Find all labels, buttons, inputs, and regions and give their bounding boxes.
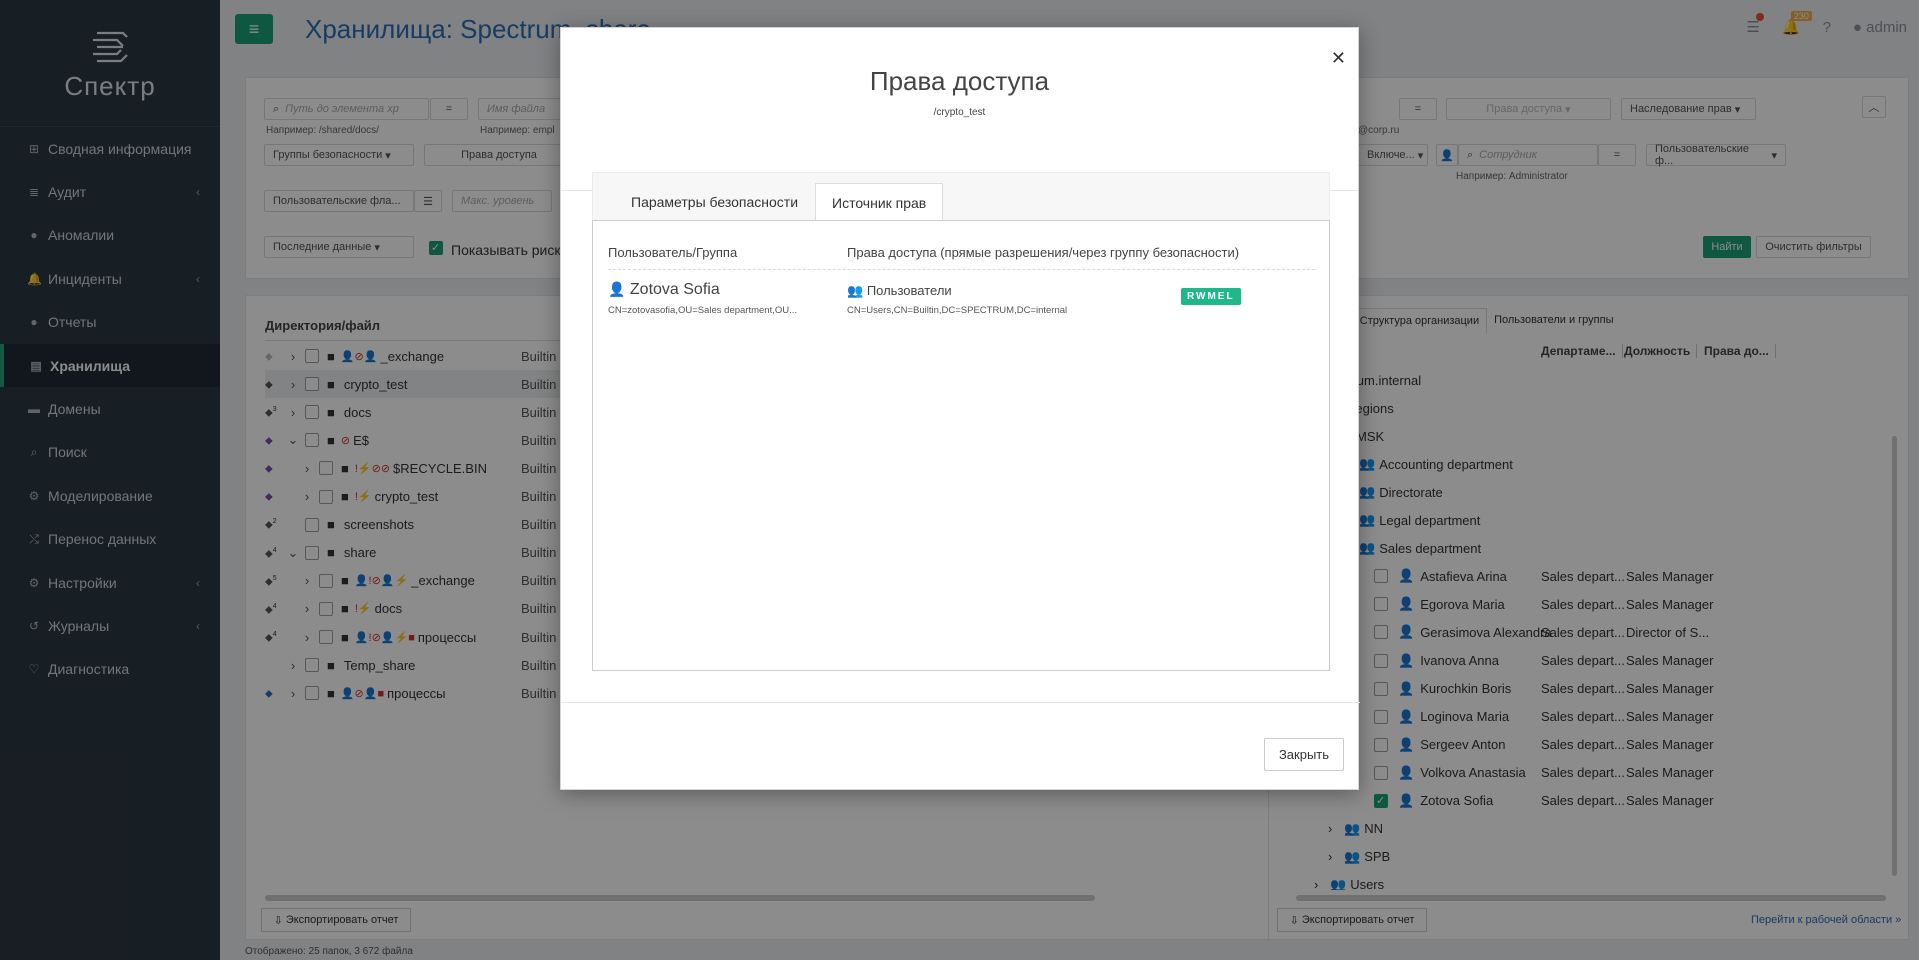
rights-badge: RWMEL (1181, 288, 1241, 305)
col-access-rights: Права доступа (прямые разрешения/через г… (847, 245, 1240, 260)
row-user-name: Zotova Sofia (629, 281, 720, 298)
rights-source-content: Пользователь/Группа Права доступа (прямы… (592, 220, 1330, 671)
group-icon: 👥 (847, 283, 864, 298)
modal-path: /crypto_test (933, 107, 986, 118)
close-icon[interactable]: ✕ (1331, 48, 1346, 69)
rights-row[interactable]: 👤 Zotova Sofia CN=zotovasofia,OU=Sales d… (608, 281, 1315, 321)
tab-security-params[interactable]: Параметры безопасности (615, 183, 814, 221)
tab-rights-source[interactable]: Источник прав (815, 183, 944, 222)
modal-footer: Закрыть (561, 702, 1360, 790)
row-group-dn: CN=Users,CN=Builtin,DC=SPECTRUM,DC=inter… (847, 305, 1068, 316)
modal-title: Права доступа (869, 66, 1050, 96)
access-rights-modal: ✕ Права доступа /crypto_test Параметры б… (560, 27, 1360, 790)
row-group-name: Пользователи (866, 283, 952, 298)
header-divider (608, 269, 1315, 270)
col-user-group: Пользователь/Группа (608, 245, 738, 260)
row-user-dn: CN=zotovasofia,OU=Sales department,OU... (608, 305, 798, 316)
close-button[interactable]: Закрыть (1264, 738, 1344, 771)
user-icon: 👤 (608, 281, 626, 297)
